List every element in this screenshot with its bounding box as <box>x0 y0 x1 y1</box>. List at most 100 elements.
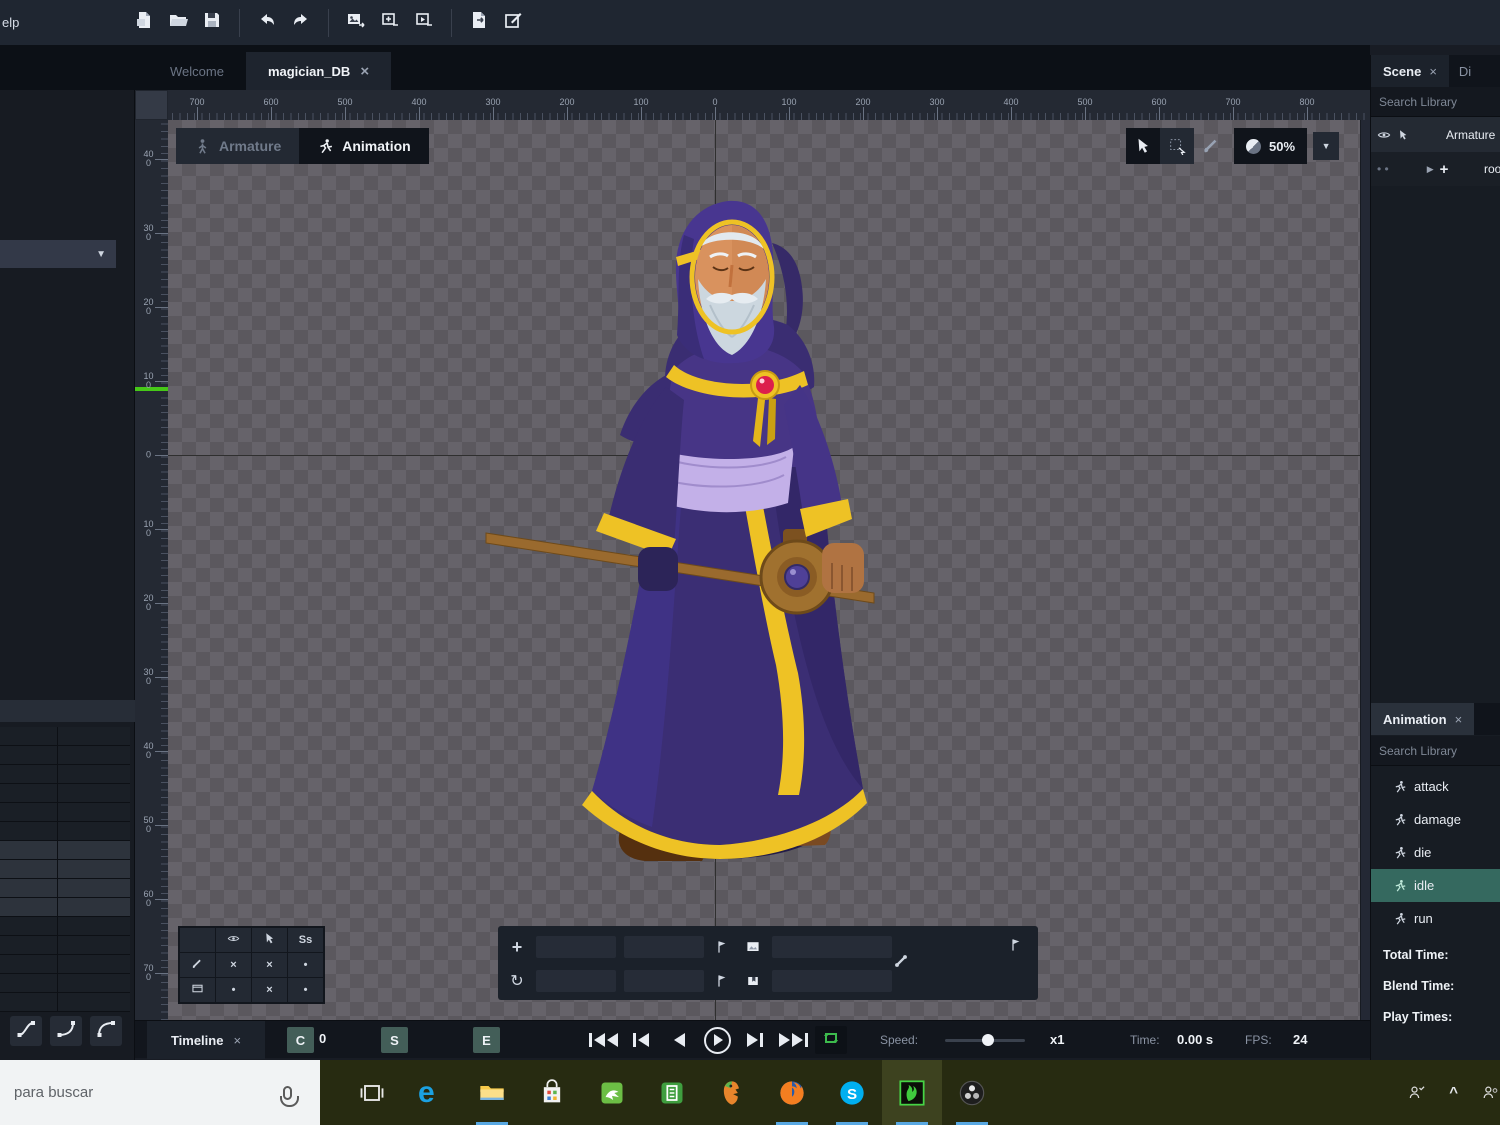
ease-curve-in-button[interactable] <box>50 1016 82 1046</box>
table-row[interactable] <box>0 860 130 879</box>
store-taskbar-button[interactable] <box>522 1060 582 1125</box>
transform-extra-field-2[interactable] <box>772 970 892 992</box>
previous-frame-button[interactable] <box>663 1026 695 1054</box>
close-icon[interactable]: × <box>1429 64 1437 79</box>
help-menu[interactable]: elp <box>2 15 42 30</box>
root-tree-item[interactable]: • • ▶ + root <box>1371 152 1500 186</box>
cursor-toggle[interactable] <box>252 928 287 952</box>
notes-app-taskbar-button[interactable] <box>642 1060 702 1125</box>
zoom-dropdown-button[interactable]: ▼ <box>1313 132 1339 160</box>
table-row[interactable] <box>0 803 130 822</box>
microphone-icon[interactable] <box>283 1086 292 1100</box>
curve-value-table[interactable] <box>0 727 130 1012</box>
new-project-button[interactable] <box>131 10 157 36</box>
animation-mode-button[interactable]: Animation <box>299 128 428 164</box>
dot-toggle[interactable]: • <box>216 978 251 1002</box>
display-tab[interactable]: Di <box>1459 64 1471 79</box>
dragonbones-taskbar-button[interactable] <box>882 1060 942 1125</box>
task-view-taskbar-button[interactable] <box>342 1060 402 1125</box>
animation-item-attack[interactable]: attack <box>1371 770 1500 803</box>
x-toggle[interactable]: × <box>216 953 251 977</box>
image-icon[interactable] <box>742 936 764 958</box>
keyframe-flag-icon[interactable] <box>712 970 734 992</box>
firefox-taskbar-button[interactable] <box>762 1060 822 1125</box>
animation-item-idle[interactable]: idle <box>1371 869 1500 902</box>
speed-slider-handle[interactable] <box>982 1034 994 1046</box>
pose-tool-button[interactable] <box>1194 128 1228 164</box>
table-row[interactable] <box>0 879 130 898</box>
timeline-tab[interactable]: Timeline × <box>147 1021 265 1059</box>
next-frame-button[interactable] <box>739 1026 771 1054</box>
file-explorer-taskbar-button[interactable] <box>462 1060 522 1125</box>
skype-taskbar-button[interactable]: S <box>822 1060 882 1125</box>
zoom-control[interactable]: 50% <box>1234 128 1307 164</box>
x-toggle[interactable]: × <box>252 978 287 1002</box>
redo-button[interactable] <box>288 10 314 36</box>
taskbar-search-box[interactable]: para buscar <box>0 1060 320 1125</box>
position-y-field[interactable] <box>624 936 704 958</box>
contacts-icon[interactable] <box>1480 1083 1500 1103</box>
scene-tab[interactable]: Scene × <box>1371 55 1449 87</box>
eye-icon[interactable] <box>1377 128 1391 142</box>
plus-icon[interactable]: + <box>1440 161 1449 178</box>
dot-toggle[interactable]: • <box>288 978 323 1002</box>
scale-field[interactable] <box>624 970 704 992</box>
next-keyframe-button[interactable] <box>777 1026 809 1054</box>
keyframe-flag-icon[interactable] <box>712 936 734 958</box>
animation-item-damage[interactable]: damage <box>1371 803 1500 836</box>
cursor-icon[interactable] <box>1397 129 1409 141</box>
rotation-field[interactable] <box>536 970 616 992</box>
table-row[interactable] <box>0 746 130 765</box>
table-row[interactable] <box>0 955 130 974</box>
canvas-scrollbar[interactable] <box>1360 120 1370 1020</box>
loop-button[interactable] <box>815 1026 847 1054</box>
animation-item-run[interactable]: run <box>1371 902 1500 935</box>
animation-tab[interactable]: Animation × <box>1371 703 1474 735</box>
edge-taskbar-button[interactable]: e <box>402 1060 462 1125</box>
undo-button[interactable] <box>254 10 280 36</box>
import-armature-button[interactable] <box>377 10 403 36</box>
table-row[interactable] <box>0 784 130 803</box>
eye-toggle[interactable] <box>216 928 251 952</box>
armature-tree-item[interactable]: Armature <box>1371 117 1500 152</box>
transform-extra-field-1[interactable] <box>772 936 892 958</box>
go-to-start-button[interactable] <box>587 1026 619 1054</box>
animation-item-die[interactable]: die <box>1371 836 1500 869</box>
tab-welcome[interactable]: Welcome <box>148 52 246 90</box>
left-dropdown[interactable]: ▼ <box>0 240 116 268</box>
import-animation-button[interactable] <box>411 10 437 36</box>
animation-search-input[interactable] <box>1371 736 1500 766</box>
bookmark-icon[interactable] <box>742 970 764 992</box>
table-row[interactable] <box>0 936 130 955</box>
expand-arrow-icon[interactable]: ▶ <box>1427 164 1434 175</box>
end-frame-button[interactable]: E <box>473 1027 500 1053</box>
magician-character[interactable] <box>470 195 890 885</box>
select-tool-button[interactable] <box>1126 128 1160 164</box>
armature-mode-button[interactable]: Armature <box>176 128 299 164</box>
ease-curve-linear-button[interactable] <box>10 1016 42 1046</box>
keyframe-flag-icon[interactable] <box>1006 934 1028 956</box>
table-row[interactable] <box>0 765 130 784</box>
obs-taskbar-button[interactable] <box>942 1060 1002 1125</box>
scene-search-input[interactable] <box>1371 87 1500 117</box>
table-row[interactable] <box>0 727 130 746</box>
transform-tool-button[interactable] <box>1160 128 1194 164</box>
open-project-button[interactable] <box>165 10 191 36</box>
table-row[interactable] <box>0 841 130 860</box>
close-icon[interactable]: × <box>233 1033 241 1048</box>
stage-canvas[interactable]: Armature Animation 50% ▼ Ss××••×• + <box>168 120 1360 1020</box>
publish-button[interactable] <box>500 10 526 36</box>
x-toggle[interactable]: × <box>252 953 287 977</box>
previous-keyframe-button[interactable] <box>625 1026 657 1054</box>
pen-toggle[interactable] <box>180 953 215 977</box>
tab-magician-db[interactable]: magician_DB × <box>246 52 391 90</box>
table-row[interactable] <box>0 898 130 917</box>
onion-skin-toggle[interactable]: Ss <box>288 928 323 952</box>
card-toggle[interactable] <box>180 978 215 1002</box>
position-x-field[interactable] <box>536 936 616 958</box>
close-icon[interactable]: × <box>1455 712 1463 727</box>
people-icon[interactable] <box>1407 1083 1427 1103</box>
parrot-app-taskbar-button[interactable] <box>702 1060 762 1125</box>
import-image-button[interactable] <box>343 10 369 36</box>
table-row[interactable] <box>0 993 130 1012</box>
